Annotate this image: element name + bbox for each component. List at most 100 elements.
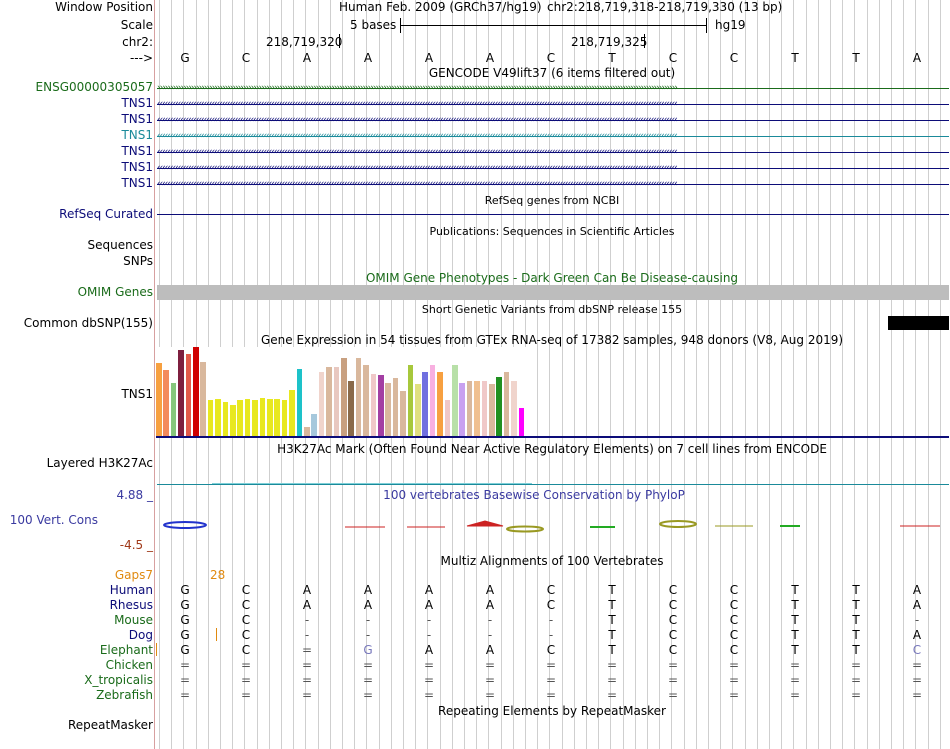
h3k27ac-track-label[interactable]: Layered H3K27Ac bbox=[47, 456, 153, 471]
gtex-tissue-bar[interactable] bbox=[489, 384, 495, 436]
alignment-base: - bbox=[548, 613, 554, 627]
gencode-gene-label[interactable]: TNS1 bbox=[121, 128, 153, 143]
gtex-tissue-bar[interactable] bbox=[348, 381, 354, 436]
publications-sequences-label[interactable]: Sequences bbox=[88, 238, 153, 253]
gtex-tissue-bar[interactable] bbox=[511, 381, 517, 436]
gtex-tissue-bar[interactable] bbox=[370, 374, 377, 436]
gencode-gene-label[interactable]: TNS1 bbox=[121, 176, 153, 191]
gtex-tissue-bar[interactable] bbox=[444, 400, 451, 436]
alignment-base: T bbox=[791, 583, 799, 597]
phylop-max-label: 4.88 _ bbox=[116, 488, 153, 502]
gtex-tissue-bar[interactable] bbox=[170, 383, 177, 436]
gtex-tissue-bar[interactable] bbox=[230, 405, 236, 436]
gtex-tissue-bar[interactable] bbox=[207, 400, 214, 436]
alignment-base: - bbox=[487, 613, 493, 627]
gtex-tissue-bar[interactable] bbox=[237, 400, 243, 436]
gtex-tissue-bar[interactable] bbox=[503, 372, 510, 436]
strand-reverse-arrows-icon: ‹‹‹‹‹‹‹‹‹‹‹‹‹‹‹‹‹‹‹‹‹‹‹‹‹‹‹‹‹‹‹‹‹‹‹‹‹‹‹‹… bbox=[157, 132, 678, 141]
gtex-tissue-bar[interactable] bbox=[274, 399, 280, 436]
gtex-tissue-bar[interactable] bbox=[407, 365, 414, 436]
alignment-base: = bbox=[240, 688, 252, 702]
gencode-gene-label[interactable]: TNS1 bbox=[121, 96, 153, 111]
gtex-tissue-bar[interactable] bbox=[178, 350, 184, 436]
alignment-base: A bbox=[302, 583, 312, 597]
dbsnp-variant-block[interactable] bbox=[888, 316, 949, 330]
species-label-mouse[interactable]: Mouse bbox=[114, 613, 153, 628]
species-label-human[interactable]: Human bbox=[110, 583, 153, 598]
species-label-x_tropicalis[interactable]: X_tropicalis bbox=[84, 673, 153, 688]
gtex-tissue-bar[interactable] bbox=[341, 358, 347, 436]
strand-reverse-arrows-icon: ‹‹‹‹‹‹‹‹‹‹‹‹‹‹‹‹‹‹‹‹‹‹‹‹‹‹‹‹‹‹‹‹‹‹‹‹‹‹‹‹… bbox=[157, 148, 678, 157]
omim-feature-bar[interactable] bbox=[157, 285, 949, 300]
gtex-tissue-bar[interactable] bbox=[163, 370, 169, 436]
gtex-tissue-bar[interactable] bbox=[289, 390, 295, 436]
alignment-base: C bbox=[729, 628, 739, 642]
gencode-gene-label[interactable]: TNS1 bbox=[121, 160, 153, 175]
alignment-base: = bbox=[728, 673, 740, 687]
gtex-tissue-bar[interactable] bbox=[518, 408, 525, 436]
gtex-tissue-bar[interactable] bbox=[437, 372, 443, 436]
species-label-rhesus[interactable]: Rhesus bbox=[110, 598, 153, 613]
gencode-gene-label[interactable]: TNS1 bbox=[121, 144, 153, 159]
scale-bar-left-tick bbox=[400, 18, 401, 33]
gtex-tissue-bar[interactable] bbox=[355, 358, 362, 436]
alignment-base: A bbox=[424, 598, 434, 612]
gtex-tissue-bar[interactable] bbox=[296, 369, 303, 436]
gtex-tissue-bar[interactable] bbox=[429, 365, 436, 436]
gtex-tissue-bar[interactable] bbox=[415, 384, 421, 436]
gtex-tissue-bar[interactable] bbox=[311, 414, 317, 436]
gtex-bar-chart[interactable] bbox=[156, 347, 536, 436]
gtex-tissue-bar[interactable] bbox=[304, 427, 310, 436]
gtex-tissue-bar[interactable] bbox=[452, 365, 458, 436]
species-label-dog[interactable]: Dog bbox=[129, 628, 153, 643]
gtex-tissue-bar[interactable] bbox=[333, 367, 340, 436]
gtex-tissue-bar[interactable] bbox=[259, 398, 266, 436]
gtex-tissue-bar[interactable] bbox=[466, 381, 473, 436]
gtex-tissue-bar[interactable] bbox=[481, 381, 488, 436]
alignment-base: G bbox=[180, 613, 190, 627]
repeatmasker-track-label[interactable]: RepeatMasker bbox=[68, 718, 153, 733]
gtex-tissue-bar[interactable] bbox=[400, 391, 406, 436]
grid-line bbox=[683, 0, 685, 749]
gtex-tissue-bar[interactable] bbox=[326, 367, 332, 436]
gtex-tissue-bar[interactable] bbox=[215, 399, 221, 436]
gtex-tissue-bar[interactable] bbox=[378, 375, 384, 436]
gtex-track-label[interactable]: TNS1 bbox=[121, 387, 153, 402]
label-divider[interactable] bbox=[154, 0, 155, 749]
gtex-tissue-bar[interactable] bbox=[244, 399, 251, 436]
refseq-gene-line[interactable] bbox=[157, 214, 949, 215]
gtex-tissue-bar[interactable] bbox=[252, 400, 258, 436]
h3k27ac-signal-line[interactable] bbox=[157, 484, 949, 485]
gtex-tissue-bar[interactable] bbox=[496, 377, 502, 436]
grid-line bbox=[573, 0, 575, 749]
gtex-tissue-bar[interactable] bbox=[474, 381, 480, 436]
gtex-tissue-bar[interactable] bbox=[193, 347, 199, 436]
gencode-gene-label[interactable]: ENSG00000305057 bbox=[36, 80, 153, 95]
gtex-tissue-bar[interactable] bbox=[185, 354, 192, 436]
phylop-track-label[interactable]: 100 Vert. Cons bbox=[10, 513, 98, 528]
gtex-tissue-bar[interactable] bbox=[385, 383, 391, 436]
gtex-tissue-bar[interactable] bbox=[200, 362, 206, 436]
publications-snps-label[interactable]: SNPs bbox=[123, 254, 153, 269]
gtex-tissue-bar[interactable] bbox=[222, 402, 229, 436]
gtex-tissue-bar[interactable] bbox=[267, 399, 273, 436]
gtex-tissue-bar[interactable] bbox=[459, 383, 465, 436]
refseq-track-label[interactable]: RefSeq Curated bbox=[59, 207, 153, 222]
gtex-tissue-bar[interactable] bbox=[422, 372, 428, 436]
omim-track-label[interactable]: OMIM Genes bbox=[78, 285, 153, 300]
species-label-chicken[interactable]: Chicken bbox=[106, 658, 153, 673]
phylop-conservation-plot[interactable] bbox=[155, 510, 950, 540]
gaps-label[interactable]: Gaps7 bbox=[115, 568, 153, 583]
gtex-tissue-bar[interactable] bbox=[318, 372, 325, 436]
gtex-tissue-bar[interactable] bbox=[156, 363, 162, 436]
gtex-tissue-bar[interactable] bbox=[363, 365, 369, 436]
gtex-tissue-bar[interactable] bbox=[392, 378, 399, 436]
grid-line bbox=[561, 0, 563, 749]
alignment-base: = bbox=[179, 658, 191, 672]
gtex-tissue-bar[interactable] bbox=[281, 400, 288, 436]
species-label-elephant[interactable]: Elephant bbox=[100, 643, 153, 658]
gencode-gene-label[interactable]: TNS1 bbox=[121, 112, 153, 127]
species-label-zebrafish[interactable]: Zebrafish bbox=[96, 688, 153, 703]
genome-browser-image[interactable]: Window Position Human Feb. 2009 (GRCh37/… bbox=[0, 0, 950, 749]
dbsnp-track-label[interactable]: Common dbSNP(155) bbox=[24, 316, 153, 331]
